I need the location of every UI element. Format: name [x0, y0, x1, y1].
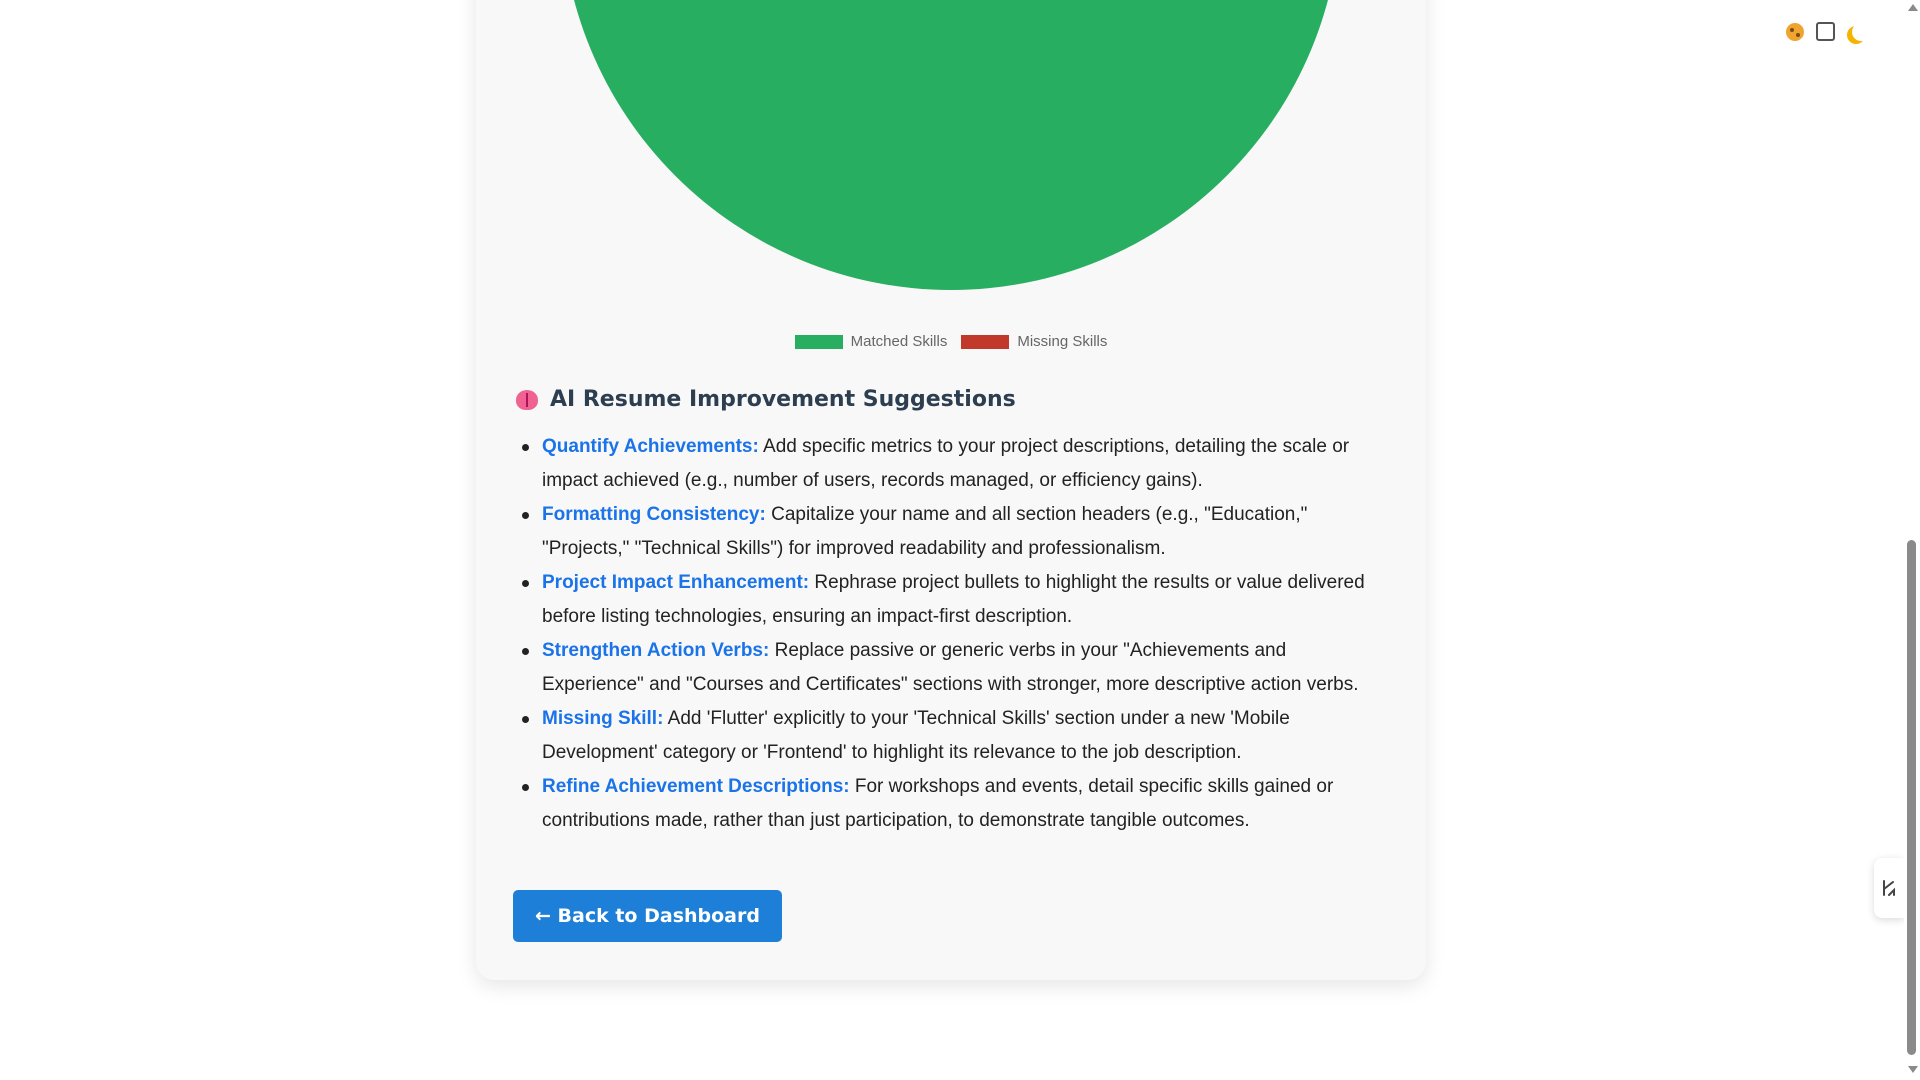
suggestion-title: Missing Skill:	[542, 708, 664, 729]
results-card: Matched Skills Missing Skills AI Resume …	[476, 0, 1426, 980]
suggestions-heading-text: AI Resume Improvement Suggestions	[550, 387, 1016, 412]
legend-label-matched: Matched Skills	[850, 333, 948, 350]
cookie-icon[interactable]	[1786, 22, 1804, 41]
back-to-dashboard-button[interactable]: ← Back to Dashboard	[513, 890, 782, 942]
suggestion-title: Quantify Achievements:	[542, 436, 759, 457]
suggestions-list: Quantify Achievements: Add specific metr…	[522, 430, 1382, 838]
legend-item-matched[interactable]: Matched Skills	[794, 333, 948, 350]
skills-pie-chart	[476, 0, 1426, 330]
legend-swatch-missing	[961, 334, 1010, 349]
square-icon[interactable]	[1816, 22, 1835, 41]
legend-item-missing[interactable]: Missing Skills	[961, 333, 1107, 350]
page: Matched Skills Missing Skills AI Resume …	[0, 0, 1920, 1080]
pie-chart-svg	[561, 0, 1341, 290]
brain-icon	[516, 389, 538, 410]
legend-label-missing: Missing Skills	[1017, 333, 1108, 350]
scroll-down-arrow-icon[interactable]	[1908, 1066, 1918, 1073]
suggestion-title: Formatting Consistency:	[542, 504, 766, 525]
list-item: Formatting Consistency: Capitalize your …	[522, 498, 1382, 566]
pie-slice-matched-skills[interactable]	[561, 0, 1341, 290]
legend-swatch-matched	[794, 334, 843, 349]
list-item: Project Impact Enhancement: Rephrase pro…	[522, 566, 1382, 634]
list-item: Refine Achievement Descriptions: For wor…	[522, 770, 1382, 838]
list-item: Strengthen Action Verbs: Replace passive…	[522, 634, 1382, 702]
scrollbar-thumb[interactable]	[1907, 540, 1916, 1055]
list-item: Missing Skill: Add 'Flutter' explicitly …	[522, 702, 1382, 770]
suggestion-title: Strengthen Action Verbs:	[542, 640, 770, 661]
suggestions-heading: AI Resume Improvement Suggestions	[516, 387, 1016, 412]
suggestion-title: Project Impact Enhancement:	[542, 572, 810, 593]
scroll-up-arrow-icon[interactable]	[1908, 4, 1918, 11]
suggestion-title: Refine Achievement Descriptions:	[542, 776, 850, 797]
top-right-toolbar	[1786, 22, 1865, 41]
vertical-scrollbar[interactable]	[1904, 0, 1920, 1080]
side-panel-tab[interactable]	[1874, 858, 1904, 918]
list-item: Quantify Achievements: Add specific metr…	[522, 430, 1382, 498]
chart-legend: Matched Skills Missing Skills	[476, 333, 1426, 350]
scribble-icon	[1883, 880, 1895, 896]
moon-icon[interactable]	[1852, 23, 1870, 41]
